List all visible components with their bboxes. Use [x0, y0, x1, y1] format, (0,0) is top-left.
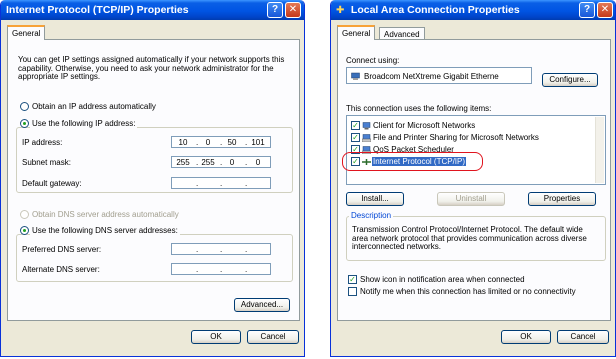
components-list[interactable]: ✓ Client for Microsoft Networks ✓ File a…	[346, 115, 606, 185]
network-adapter-icon	[351, 72, 360, 80]
use-following-ip-radio[interactable]	[20, 119, 29, 128]
ip-octet: 0	[205, 138, 211, 147]
connect-using-label: Connect using:	[346, 56, 400, 65]
list-item[interactable]: ✓ File and Printer Sharing for Microsoft…	[349, 133, 599, 143]
properties-button[interactable]: Properties	[528, 192, 596, 206]
item-checkbox[interactable]: ✓	[351, 133, 360, 142]
install-button[interactable]: Install...	[346, 192, 404, 206]
highlight-annotation	[342, 152, 483, 171]
obtain-ip-auto-radio[interactable]	[20, 102, 29, 111]
cancel-button[interactable]: Cancel	[247, 330, 299, 344]
alternate-dns-label: Alternate DNS server:	[22, 265, 100, 274]
item-label: Client for Microsoft Networks	[373, 121, 476, 130]
network-service-icon	[362, 134, 371, 142]
network-client-icon	[362, 122, 371, 130]
configure-button[interactable]: Configure...	[542, 73, 598, 87]
lan-properties-dialog: ✚ Local Area Connection Properties ? ✕ G…	[330, 0, 616, 357]
subnet-mask-label: Subnet mask:	[22, 158, 71, 167]
preferred-dns-label: Preferred DNS server:	[22, 245, 102, 254]
title-bar[interactable]: ✚ Local Area Connection Properties ? ✕	[331, 0, 615, 20]
notify-checkbox[interactable]	[348, 287, 357, 296]
preferred-dns-field[interactable]: . . .	[171, 243, 271, 255]
intro-text: You can get IP settings assigned automat…	[18, 55, 285, 81]
subnet-mask-field[interactable]: 255 . 255 . 0 . 0	[171, 156, 271, 168]
tcpip-properties-dialog: Internet Protocol (TCP/IP) Properties ? …	[0, 0, 305, 357]
item-checkbox[interactable]: ✓	[351, 121, 360, 130]
item-label: File and Printer Sharing for Microsoft N…	[373, 133, 539, 142]
use-following-dns-radio[interactable]	[20, 226, 29, 235]
close-button[interactable]: ✕	[285, 2, 301, 18]
adapter-field[interactable]: Broadcom NetXtreme Gigabit Etherne	[346, 67, 532, 84]
ip-octet: 101	[251, 138, 265, 147]
list-item[interactable]: ✓ Client for Microsoft Networks	[349, 121, 599, 131]
subnet-octet: 255	[201, 158, 215, 167]
ip-octet: 50	[227, 138, 237, 147]
obtain-dns-auto-radio[interactable]	[20, 210, 29, 219]
ip-address-field[interactable]: 10 . 0 . 50 . 101	[171, 136, 271, 148]
close-button[interactable]: ✕	[597, 2, 613, 18]
general-tab-panel: You can get IP settings assigned automat…	[7, 39, 300, 321]
ip-address-label: IP address:	[22, 138, 63, 147]
subnet-octet: 255	[176, 158, 190, 167]
show-icon-label: Show icon in notification area when conn…	[360, 275, 525, 284]
uninstall-button[interactable]: Uninstall	[437, 192, 505, 206]
window-title: Internet Protocol (TCP/IP) Properties	[6, 4, 189, 16]
advanced-button[interactable]: Advanced...	[234, 298, 290, 312]
title-bar[interactable]: Internet Protocol (TCP/IP) Properties ? …	[1, 0, 304, 20]
subnet-octet: 0	[255, 158, 261, 167]
show-icon-checkbox[interactable]: ✓	[348, 275, 357, 284]
default-gateway-label: Default gateway:	[22, 179, 82, 188]
notify-label: Notify me when this connection has limit…	[360, 287, 576, 296]
use-following-ip-label: Use the following IP address:	[30, 119, 138, 128]
window-title: Local Area Connection Properties	[350, 4, 520, 16]
help-button[interactable]: ?	[579, 2, 595, 18]
general-tab-panel: Connect using: Broadcom NetXtreme Gigabi…	[337, 39, 611, 321]
help-button[interactable]: ?	[267, 2, 283, 18]
use-following-dns-label: Use the following DNS server addresses:	[30, 226, 180, 235]
default-gateway-field[interactable]: . . .	[171, 177, 271, 189]
tab-general[interactable]: General	[7, 25, 46, 40]
ok-button[interactable]: OK	[501, 330, 551, 344]
network-connection-icon: ✚	[336, 5, 345, 16]
ok-button[interactable]: OK	[191, 330, 241, 344]
alternate-dns-field[interactable]: . . .	[171, 263, 271, 275]
obtain-ip-auto-label: Obtain an IP address automatically	[32, 102, 156, 111]
description-text: Transmission Control Protocol/Internet P…	[352, 225, 587, 251]
ip-octet: 10	[178, 138, 188, 147]
adapter-name: Broadcom NetXtreme Gigabit Etherne	[364, 72, 499, 81]
obtain-dns-auto-label: Obtain DNS server address automatically	[32, 210, 179, 219]
scrollbar[interactable]	[595, 117, 604, 183]
subnet-octet: 0	[229, 158, 235, 167]
tab-general[interactable]: General	[337, 25, 376, 40]
description-legend: Description	[349, 211, 394, 220]
cancel-button[interactable]: Cancel	[557, 330, 609, 344]
items-label: This connection uses the following items…	[346, 104, 492, 113]
